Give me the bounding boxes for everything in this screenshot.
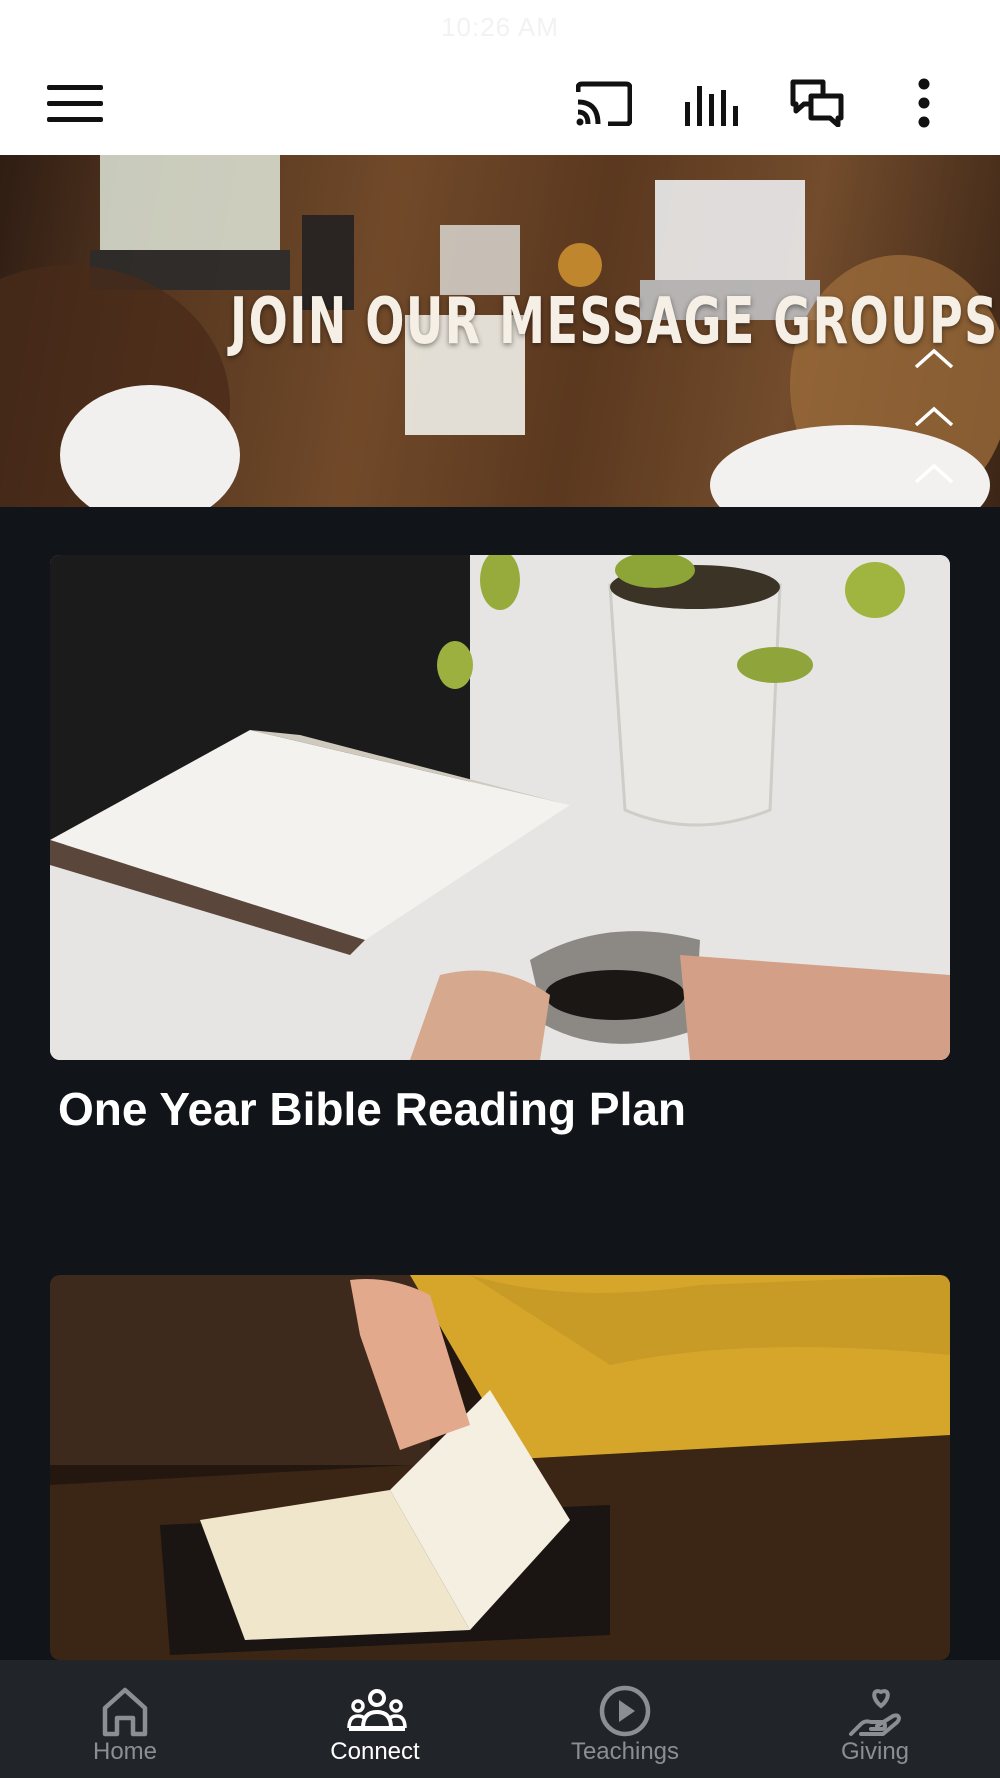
menu-button[interactable]	[44, 72, 106, 134]
chevron-up-icon	[914, 348, 954, 484]
cast-icon	[576, 81, 632, 126]
more-options-button[interactable]	[893, 72, 955, 134]
banner-title: JOIN OUR MESSAGE GROUPS	[230, 285, 999, 359]
bible-plant-coffee-photo	[50, 555, 950, 1060]
audio-button[interactable]	[680, 72, 742, 134]
giving-hand-icon	[849, 1689, 901, 1736]
nav-item-home[interactable]: Home	[0, 1660, 250, 1778]
more-vert-icon	[918, 78, 930, 128]
play-circle-icon	[599, 1685, 651, 1737]
card-image-bible-reading-plan[interactable]	[50, 555, 950, 1060]
card-title-bible-reading-plan[interactable]: One Year Bible Reading Plan	[58, 1082, 686, 1136]
nav-label-giving: Giving	[840, 1738, 910, 1765]
status-bar: 10:26 AM	[0, 0, 1000, 50]
message-groups-banner[interactable]: JOIN OUR MESSAGE GROUPS	[0, 155, 1000, 507]
nav-label-teachings: Teachings	[570, 1738, 680, 1765]
audio-bars-icon	[685, 86, 738, 126]
home-icon	[102, 1687, 148, 1737]
nav-item-teachings[interactable]: Teachings	[500, 1660, 750, 1778]
nav-item-giving[interactable]: Giving	[750, 1660, 1000, 1778]
bible-reading-photo	[50, 1275, 950, 1660]
nav-item-connect[interactable]: Connect	[250, 1660, 500, 1778]
people-icon	[347, 1689, 407, 1731]
status-time: 10:26 AM	[441, 12, 559, 42]
chat-icon	[790, 79, 844, 127]
top-toolbar	[0, 50, 1000, 155]
nav-label-home: Home	[92, 1738, 158, 1765]
chat-button[interactable]	[786, 72, 848, 134]
cast-button[interactable]	[573, 72, 635, 134]
card-image-bible-reading[interactable]	[50, 1275, 950, 1660]
menu-icon	[47, 85, 103, 122]
nav-label-connect: Connect	[330, 1738, 420, 1765]
bottom-navigation: Home Connect Teachings Giving	[0, 1660, 1000, 1778]
